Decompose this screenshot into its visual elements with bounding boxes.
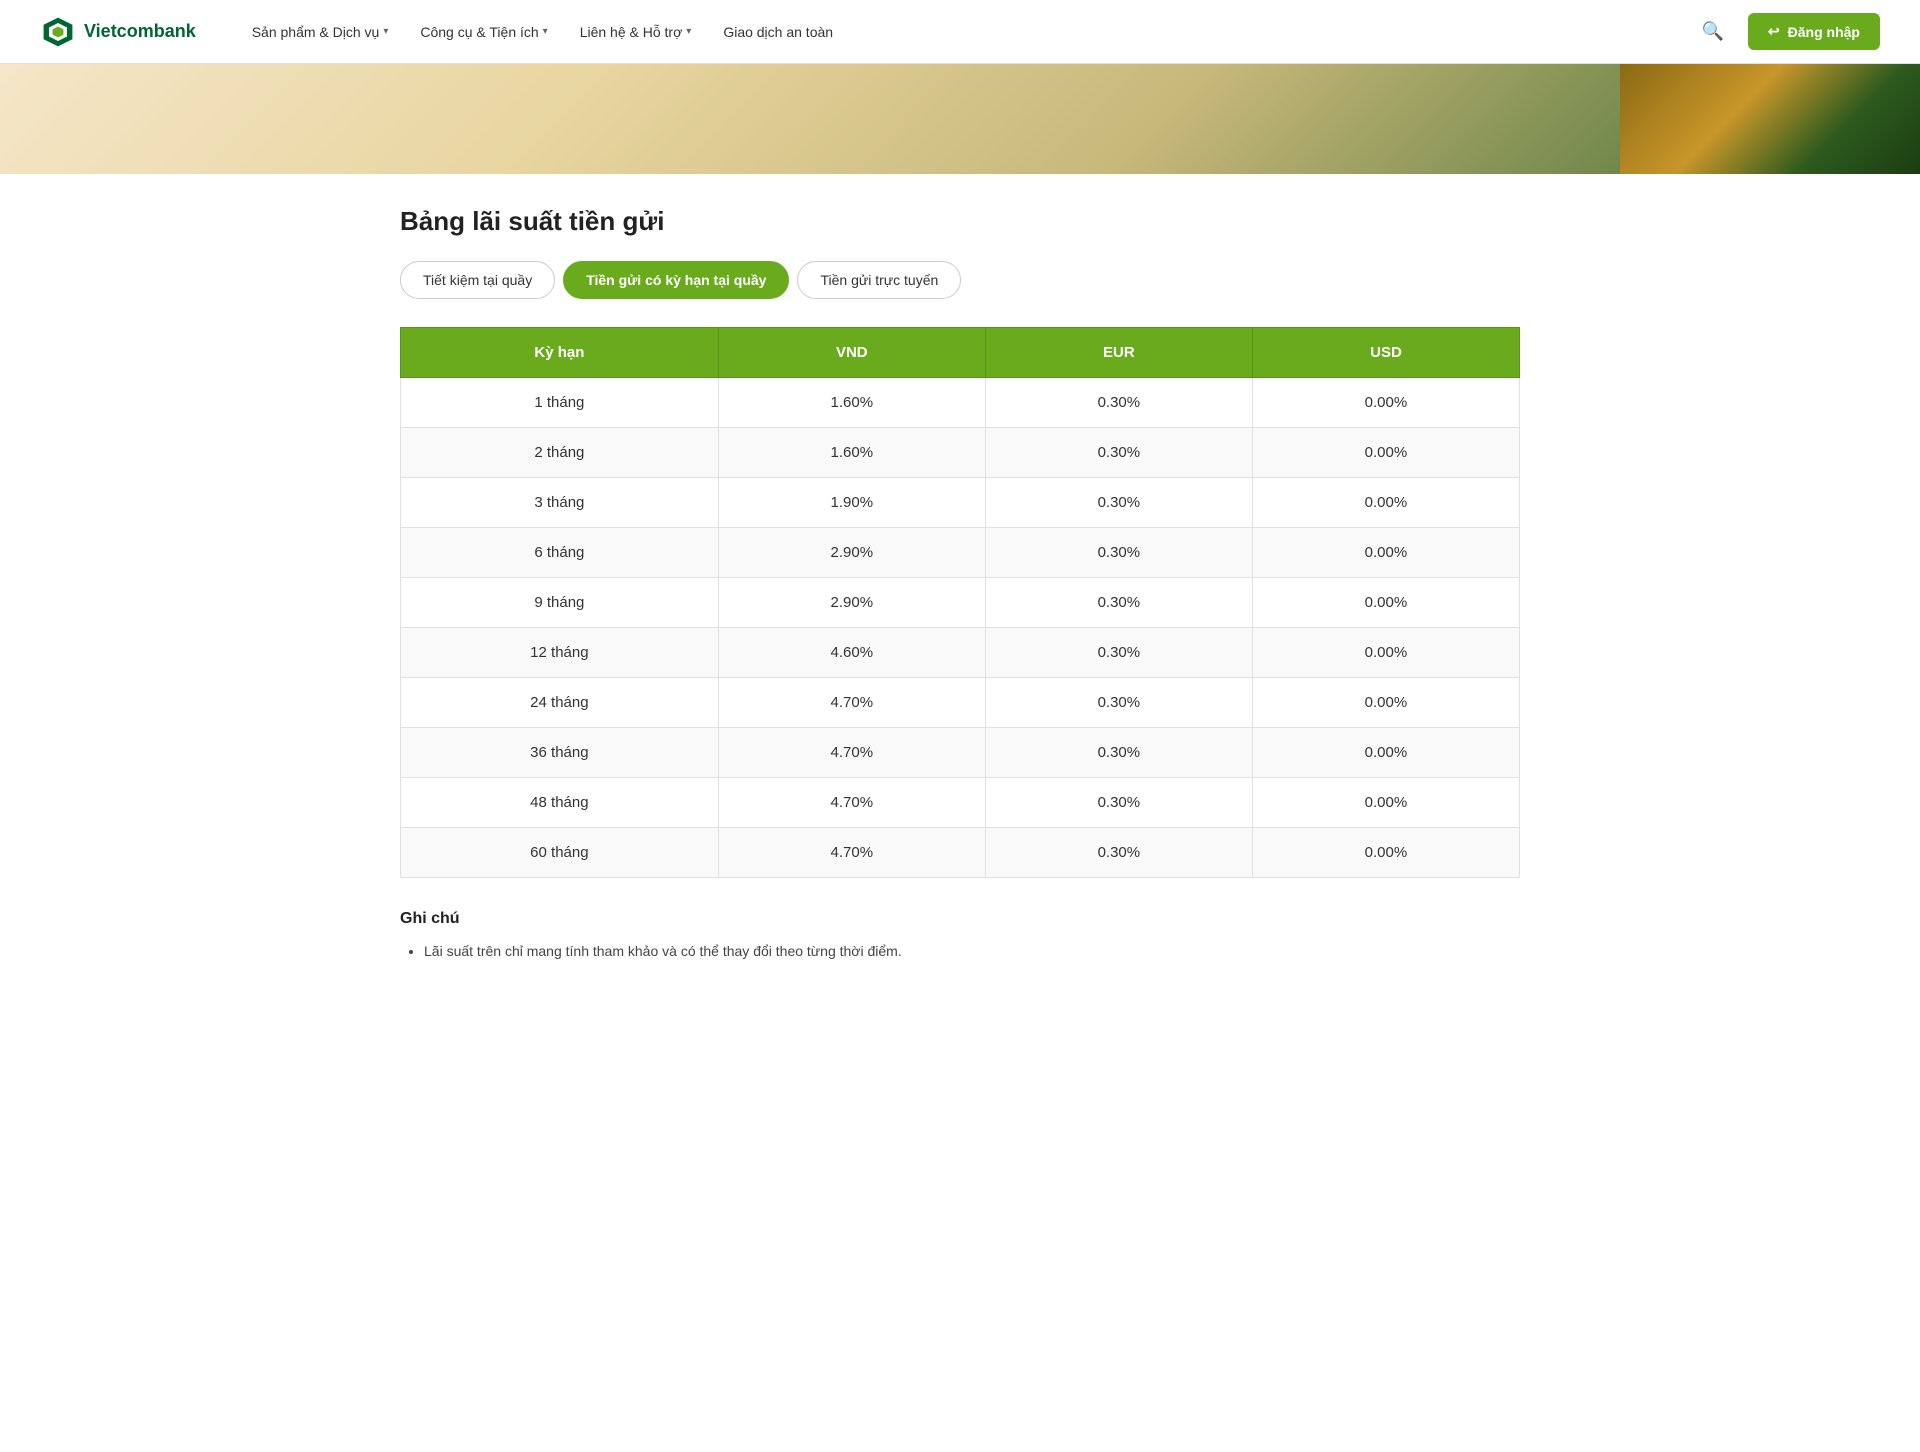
notes-section: Ghi chú Lãi suất trên chỉ mang tính tham…: [400, 910, 1520, 962]
cell-vnd: 4.70%: [718, 778, 985, 828]
tab-tien-gui-co-ky-han[interactable]: Tiền gửi có kỳ hạn tại quầy: [563, 261, 789, 299]
cell-eur: 0.30%: [985, 678, 1252, 728]
nav-item-products-label: Sản phẩm & Dịch vụ: [252, 24, 380, 40]
page-title: Bảng lãi suất tiền gửi: [400, 206, 1520, 237]
nav-item-contact-label: Liên hệ & Hỗ trợ: [580, 24, 683, 40]
notes-title: Ghi chú: [400, 910, 1520, 928]
cell-eur: 0.30%: [985, 378, 1252, 428]
cell-usd: 0.00%: [1252, 678, 1519, 728]
cell-vnd: 1.60%: [718, 378, 985, 428]
nav-item-security-label: Giao dịch an toàn: [723, 24, 833, 40]
cell-eur: 0.30%: [985, 578, 1252, 628]
cell-vnd: 2.90%: [718, 528, 985, 578]
cell-eur: 0.30%: [985, 728, 1252, 778]
rate-table: Kỳ hạn VND EUR USD 1 tháng 1.60% 0.30% 0…: [400, 327, 1520, 878]
cell-vnd: 4.70%: [718, 728, 985, 778]
tab-tiet-kiem[interactable]: Tiết kiệm tại quầy: [400, 261, 555, 299]
logo-icon: [40, 14, 76, 50]
navbar: Vietcombank Sản phẩm & Dịch vụ ▾ Công cụ…: [0, 0, 1920, 64]
cell-vnd: 1.90%: [718, 478, 985, 528]
tab-tien-gui-truc-tuyen[interactable]: Tiền gửi trực tuyến: [797, 261, 961, 299]
nav-item-tools-label: Công cụ & Tiện ích: [420, 24, 538, 40]
cell-term: 3 tháng: [401, 478, 719, 528]
nav-right: 🔍 ↩ Đăng nhập: [1694, 13, 1881, 50]
table-row: 60 tháng 4.70% 0.30% 0.00%: [401, 828, 1520, 878]
nav-item-contact[interactable]: Liên hệ & Hỗ trợ ▾: [564, 0, 708, 64]
nav-item-tools[interactable]: Công cụ & Tiện ích ▾: [404, 0, 563, 64]
cell-usd: 0.00%: [1252, 578, 1519, 628]
cell-usd: 0.00%: [1252, 628, 1519, 678]
cell-term: 1 tháng: [401, 378, 719, 428]
cell-term: 24 tháng: [401, 678, 719, 728]
cell-usd: 0.00%: [1252, 778, 1519, 828]
table-row: 48 tháng 4.70% 0.30% 0.00%: [401, 778, 1520, 828]
nav-links: Sản phẩm & Dịch vụ ▾ Công cụ & Tiện ích …: [236, 0, 1694, 64]
cell-term: 36 tháng: [401, 728, 719, 778]
cell-term: 9 tháng: [401, 578, 719, 628]
table-row: 1 tháng 1.60% 0.30% 0.00%: [401, 378, 1520, 428]
table-header: Kỳ hạn VND EUR USD: [401, 328, 1520, 378]
cell-term: 48 tháng: [401, 778, 719, 828]
cell-eur: 0.30%: [985, 828, 1252, 878]
hero-coins-image: [1620, 64, 1920, 174]
cell-usd: 0.00%: [1252, 378, 1519, 428]
nav-item-products[interactable]: Sản phẩm & Dịch vụ ▾: [236, 0, 405, 64]
cell-eur: 0.30%: [985, 478, 1252, 528]
cell-term: 12 tháng: [401, 628, 719, 678]
cell-term: 6 tháng: [401, 528, 719, 578]
table-body: 1 tháng 1.60% 0.30% 0.00% 2 tháng 1.60% …: [401, 378, 1520, 878]
login-button[interactable]: ↩ Đăng nhập: [1748, 13, 1880, 50]
cell-vnd: 4.70%: [718, 678, 985, 728]
nav-item-security[interactable]: Giao dịch an toàn: [707, 0, 849, 64]
chevron-down-icon: ▾: [686, 26, 691, 37]
table-row: 2 tháng 1.60% 0.30% 0.00%: [401, 428, 1520, 478]
table-row: 9 tháng 2.90% 0.30% 0.00%: [401, 578, 1520, 628]
cell-usd: 0.00%: [1252, 528, 1519, 578]
cell-eur: 0.30%: [985, 428, 1252, 478]
tabs-container: Tiết kiệm tại quầy Tiền gửi có kỳ hạn tạ…: [400, 261, 1520, 299]
cell-eur: 0.30%: [985, 628, 1252, 678]
table-row: 6 tháng 2.90% 0.30% 0.00%: [401, 528, 1520, 578]
table-row: 24 tháng 4.70% 0.30% 0.00%: [401, 678, 1520, 728]
cell-vnd: 4.60%: [718, 628, 985, 678]
chevron-down-icon: ▾: [543, 26, 548, 37]
chevron-down-icon: ▾: [383, 26, 388, 37]
cell-vnd: 2.90%: [718, 578, 985, 628]
logo-text: Vietcombank: [84, 21, 196, 42]
col-header-usd: USD: [1252, 328, 1519, 378]
notes-list: Lãi suất trên chỉ mang tính tham khảo và…: [400, 940, 1520, 962]
cell-usd: 0.00%: [1252, 478, 1519, 528]
search-button[interactable]: 🔍: [1694, 13, 1732, 50]
cell-vnd: 1.60%: [718, 428, 985, 478]
cell-eur: 0.30%: [985, 528, 1252, 578]
search-icon: 🔍: [1702, 21, 1724, 41]
cell-eur: 0.30%: [985, 778, 1252, 828]
login-icon: ↩: [1768, 23, 1780, 40]
col-header-eur: EUR: [985, 328, 1252, 378]
col-header-ky-han: Kỳ hạn: [401, 328, 719, 378]
cell-usd: 0.00%: [1252, 428, 1519, 478]
table-row: 12 tháng 4.60% 0.30% 0.00%: [401, 628, 1520, 678]
notes-item: Lãi suất trên chỉ mang tính tham khảo và…: [424, 940, 1520, 962]
cell-term: 60 tháng: [401, 828, 719, 878]
login-label: Đăng nhập: [1788, 24, 1860, 40]
cell-vnd: 4.70%: [718, 828, 985, 878]
hero-banner: [0, 64, 1920, 174]
logo[interactable]: Vietcombank: [40, 14, 196, 50]
main-content: Bảng lãi suất tiền gửi Tiết kiệm tại quầ…: [380, 174, 1540, 1006]
cell-usd: 0.00%: [1252, 728, 1519, 778]
col-header-vnd: VND: [718, 328, 985, 378]
table-row: 3 tháng 1.90% 0.30% 0.00%: [401, 478, 1520, 528]
table-row: 36 tháng 4.70% 0.30% 0.00%: [401, 728, 1520, 778]
cell-usd: 0.00%: [1252, 828, 1519, 878]
table-header-row: Kỳ hạn VND EUR USD: [401, 328, 1520, 378]
cell-term: 2 tháng: [401, 428, 719, 478]
